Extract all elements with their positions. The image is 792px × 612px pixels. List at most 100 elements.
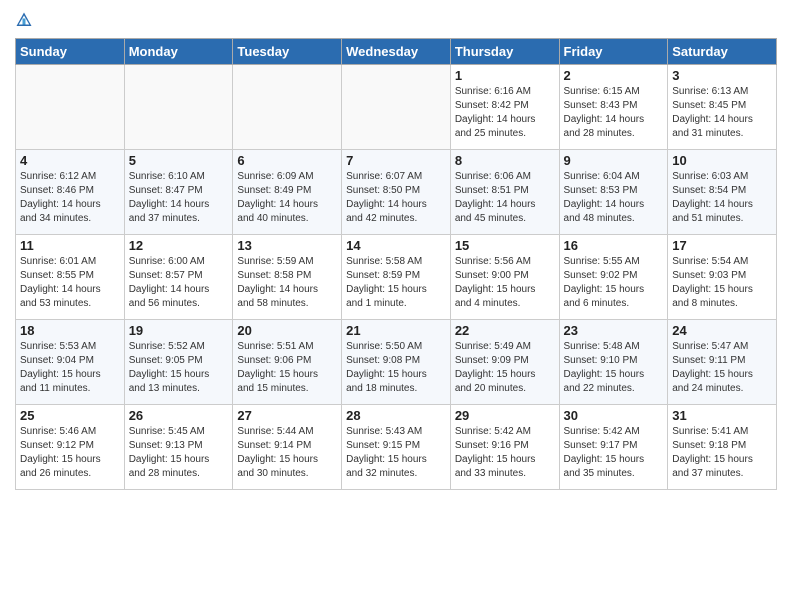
day-number: 8 bbox=[455, 153, 555, 168]
day-number: 7 bbox=[346, 153, 446, 168]
day-number: 13 bbox=[237, 238, 337, 253]
day-number: 15 bbox=[455, 238, 555, 253]
calendar-week-1: 1 Sunrise: 6:16 AM Sunset: 8:42 PM Daylig… bbox=[16, 64, 777, 149]
calendar-table: SundayMondayTuesdayWednesdayThursdayFrid… bbox=[15, 38, 777, 490]
calendar-cell: 4 Sunrise: 6:12 AM Sunset: 8:46 PM Daylig… bbox=[16, 149, 125, 234]
day-number: 10 bbox=[672, 153, 772, 168]
page-container: SundayMondayTuesdayWednesdayThursdayFrid… bbox=[0, 0, 792, 500]
day-number: 24 bbox=[672, 323, 772, 338]
day-number: 18 bbox=[20, 323, 120, 338]
day-info: Sunrise: 5:51 AM Sunset: 9:06 PM Dayligh… bbox=[237, 340, 337, 396]
day-info: Sunrise: 6:07 AM Sunset: 8:50 PM Dayligh… bbox=[346, 170, 446, 226]
day-number: 30 bbox=[564, 408, 664, 423]
day-info: Sunrise: 6:04 AM Sunset: 8:53 PM Dayligh… bbox=[564, 170, 664, 226]
day-number: 11 bbox=[20, 238, 120, 253]
weekday-header-tuesday: Tuesday bbox=[233, 38, 342, 64]
calendar-cell: 24 Sunrise: 5:47 AM Sunset: 9:11 PM Dayli… bbox=[668, 319, 777, 404]
calendar-cell: 5 Sunrise: 6:10 AM Sunset: 8:47 PM Daylig… bbox=[124, 149, 233, 234]
calendar-cell: 27 Sunrise: 5:44 AM Sunset: 9:14 PM Dayli… bbox=[233, 404, 342, 489]
day-info: Sunrise: 6:03 AM Sunset: 8:54 PM Dayligh… bbox=[672, 170, 772, 226]
calendar-cell: 16Sunrise: 5:55 AM Sunset: 9:02 PM Dayli… bbox=[559, 234, 668, 319]
day-number: 21 bbox=[346, 323, 446, 338]
calendar-cell bbox=[124, 64, 233, 149]
calendar-week-3: 11 Sunrise: 6:01 AM Sunset: 8:55 PM Dayli… bbox=[16, 234, 777, 319]
day-info: Sunrise: 5:44 AM Sunset: 9:14 PM Dayligh… bbox=[237, 425, 337, 481]
day-info: Sunrise: 6:13 AM Sunset: 8:45 PM Dayligh… bbox=[672, 85, 772, 141]
calendar-cell: 20 Sunrise: 5:51 AM Sunset: 9:06 PM Dayli… bbox=[233, 319, 342, 404]
day-info: Sunrise: 5:47 AM Sunset: 9:11 PM Dayligh… bbox=[672, 340, 772, 396]
day-number: 4 bbox=[20, 153, 120, 168]
day-number: 19 bbox=[129, 323, 229, 338]
day-number: 3 bbox=[672, 68, 772, 83]
day-info: Sunrise: 5:59 AM Sunset: 8:58 PM Dayligh… bbox=[237, 255, 337, 311]
day-info: Sunrise: 6:16 AM Sunset: 8:42 PM Dayligh… bbox=[455, 85, 555, 141]
weekday-header-wednesday: Wednesday bbox=[342, 38, 451, 64]
day-number: 16 bbox=[564, 238, 664, 253]
day-info: Sunrise: 5:53 AM Sunset: 9:04 PM Dayligh… bbox=[20, 340, 120, 396]
weekday-header-row: SundayMondayTuesdayWednesdayThursdayFrid… bbox=[16, 38, 777, 64]
day-info: Sunrise: 5:54 AM Sunset: 9:03 PM Dayligh… bbox=[672, 255, 772, 311]
day-number: 20 bbox=[237, 323, 337, 338]
calendar-cell: 2 Sunrise: 6:15 AM Sunset: 8:43 PM Daylig… bbox=[559, 64, 668, 149]
day-info: Sunrise: 5:56 AM Sunset: 9:00 PM Dayligh… bbox=[455, 255, 555, 311]
calendar-cell: 29 Sunrise: 5:42 AM Sunset: 9:16 PM Dayli… bbox=[450, 404, 559, 489]
calendar-cell: 10 Sunrise: 6:03 AM Sunset: 8:54 PM Dayli… bbox=[668, 149, 777, 234]
day-info: Sunrise: 5:45 AM Sunset: 9:13 PM Dayligh… bbox=[129, 425, 229, 481]
day-number: 12 bbox=[129, 238, 229, 253]
logo bbox=[15, 10, 36, 30]
calendar-cell: 28Sunrise: 5:43 AM Sunset: 9:15 PM Dayli… bbox=[342, 404, 451, 489]
calendar-cell: 25 Sunrise: 5:46 AM Sunset: 9:12 PM Dayli… bbox=[16, 404, 125, 489]
day-number: 5 bbox=[129, 153, 229, 168]
calendar-cell: 6Sunrise: 6:09 AM Sunset: 8:49 PM Daylig… bbox=[233, 149, 342, 234]
day-info: Sunrise: 5:43 AM Sunset: 9:15 PM Dayligh… bbox=[346, 425, 446, 481]
day-number: 1 bbox=[455, 68, 555, 83]
calendar-cell: 13 Sunrise: 5:59 AM Sunset: 8:58 PM Dayli… bbox=[233, 234, 342, 319]
day-info: Sunrise: 6:01 AM Sunset: 8:55 PM Dayligh… bbox=[20, 255, 120, 311]
day-number: 31 bbox=[672, 408, 772, 423]
calendar-cell: 15 Sunrise: 5:56 AM Sunset: 9:00 PM Dayli… bbox=[450, 234, 559, 319]
day-number: 25 bbox=[20, 408, 120, 423]
day-number: 2 bbox=[564, 68, 664, 83]
calendar-cell: 17Sunrise: 5:54 AM Sunset: 9:03 PM Dayli… bbox=[668, 234, 777, 319]
calendar-cell: 22Sunrise: 5:49 AM Sunset: 9:09 PM Dayli… bbox=[450, 319, 559, 404]
day-number: 29 bbox=[455, 408, 555, 423]
calendar-cell: 12Sunrise: 6:00 AM Sunset: 8:57 PM Dayli… bbox=[124, 234, 233, 319]
day-info: Sunrise: 6:12 AM Sunset: 8:46 PM Dayligh… bbox=[20, 170, 120, 226]
calendar-cell: 18 Sunrise: 5:53 AM Sunset: 9:04 PM Dayli… bbox=[16, 319, 125, 404]
day-info: Sunrise: 5:49 AM Sunset: 9:09 PM Dayligh… bbox=[455, 340, 555, 396]
header bbox=[15, 10, 777, 30]
calendar-cell: 26Sunrise: 5:45 AM Sunset: 9:13 PM Dayli… bbox=[124, 404, 233, 489]
day-info: Sunrise: 6:09 AM Sunset: 8:49 PM Dayligh… bbox=[237, 170, 337, 226]
day-info: Sunrise: 5:48 AM Sunset: 9:10 PM Dayligh… bbox=[564, 340, 664, 396]
day-info: Sunrise: 6:15 AM Sunset: 8:43 PM Dayligh… bbox=[564, 85, 664, 141]
calendar-cell: 9Sunrise: 6:04 AM Sunset: 8:53 PM Daylig… bbox=[559, 149, 668, 234]
day-number: 14 bbox=[346, 238, 446, 253]
day-number: 27 bbox=[237, 408, 337, 423]
day-info: Sunrise: 5:46 AM Sunset: 9:12 PM Dayligh… bbox=[20, 425, 120, 481]
calendar-week-2: 4 Sunrise: 6:12 AM Sunset: 8:46 PM Daylig… bbox=[16, 149, 777, 234]
calendar-week-4: 18 Sunrise: 5:53 AM Sunset: 9:04 PM Dayli… bbox=[16, 319, 777, 404]
day-info: Sunrise: 5:41 AM Sunset: 9:18 PM Dayligh… bbox=[672, 425, 772, 481]
day-info: Sunrise: 5:50 AM Sunset: 9:08 PM Dayligh… bbox=[346, 340, 446, 396]
weekday-header-monday: Monday bbox=[124, 38, 233, 64]
weekday-header-saturday: Saturday bbox=[668, 38, 777, 64]
calendar-cell: 1 Sunrise: 6:16 AM Sunset: 8:42 PM Daylig… bbox=[450, 64, 559, 149]
calendar-cell bbox=[233, 64, 342, 149]
weekday-header-friday: Friday bbox=[559, 38, 668, 64]
calendar-cell: 21 Sunrise: 5:50 AM Sunset: 9:08 PM Dayli… bbox=[342, 319, 451, 404]
day-info: Sunrise: 5:52 AM Sunset: 9:05 PM Dayligh… bbox=[129, 340, 229, 396]
day-info: Sunrise: 6:06 AM Sunset: 8:51 PM Dayligh… bbox=[455, 170, 555, 226]
calendar-week-5: 25 Sunrise: 5:46 AM Sunset: 9:12 PM Dayli… bbox=[16, 404, 777, 489]
day-info: Sunrise: 5:42 AM Sunset: 9:17 PM Dayligh… bbox=[564, 425, 664, 481]
calendar-cell: 11 Sunrise: 6:01 AM Sunset: 8:55 PM Dayli… bbox=[16, 234, 125, 319]
calendar-cell: 19 Sunrise: 5:52 AM Sunset: 9:05 PM Dayli… bbox=[124, 319, 233, 404]
day-info: Sunrise: 5:42 AM Sunset: 9:16 PM Dayligh… bbox=[455, 425, 555, 481]
weekday-header-thursday: Thursday bbox=[450, 38, 559, 64]
day-info: Sunrise: 5:58 AM Sunset: 8:59 PM Dayligh… bbox=[346, 255, 446, 311]
calendar-cell: 31 Sunrise: 5:41 AM Sunset: 9:18 PM Dayli… bbox=[668, 404, 777, 489]
calendar-cell: 30 Sunrise: 5:42 AM Sunset: 9:17 PM Dayli… bbox=[559, 404, 668, 489]
calendar-cell bbox=[342, 64, 451, 149]
day-info: Sunrise: 6:10 AM Sunset: 8:47 PM Dayligh… bbox=[129, 170, 229, 226]
weekday-header-sunday: Sunday bbox=[16, 38, 125, 64]
day-number: 23 bbox=[564, 323, 664, 338]
